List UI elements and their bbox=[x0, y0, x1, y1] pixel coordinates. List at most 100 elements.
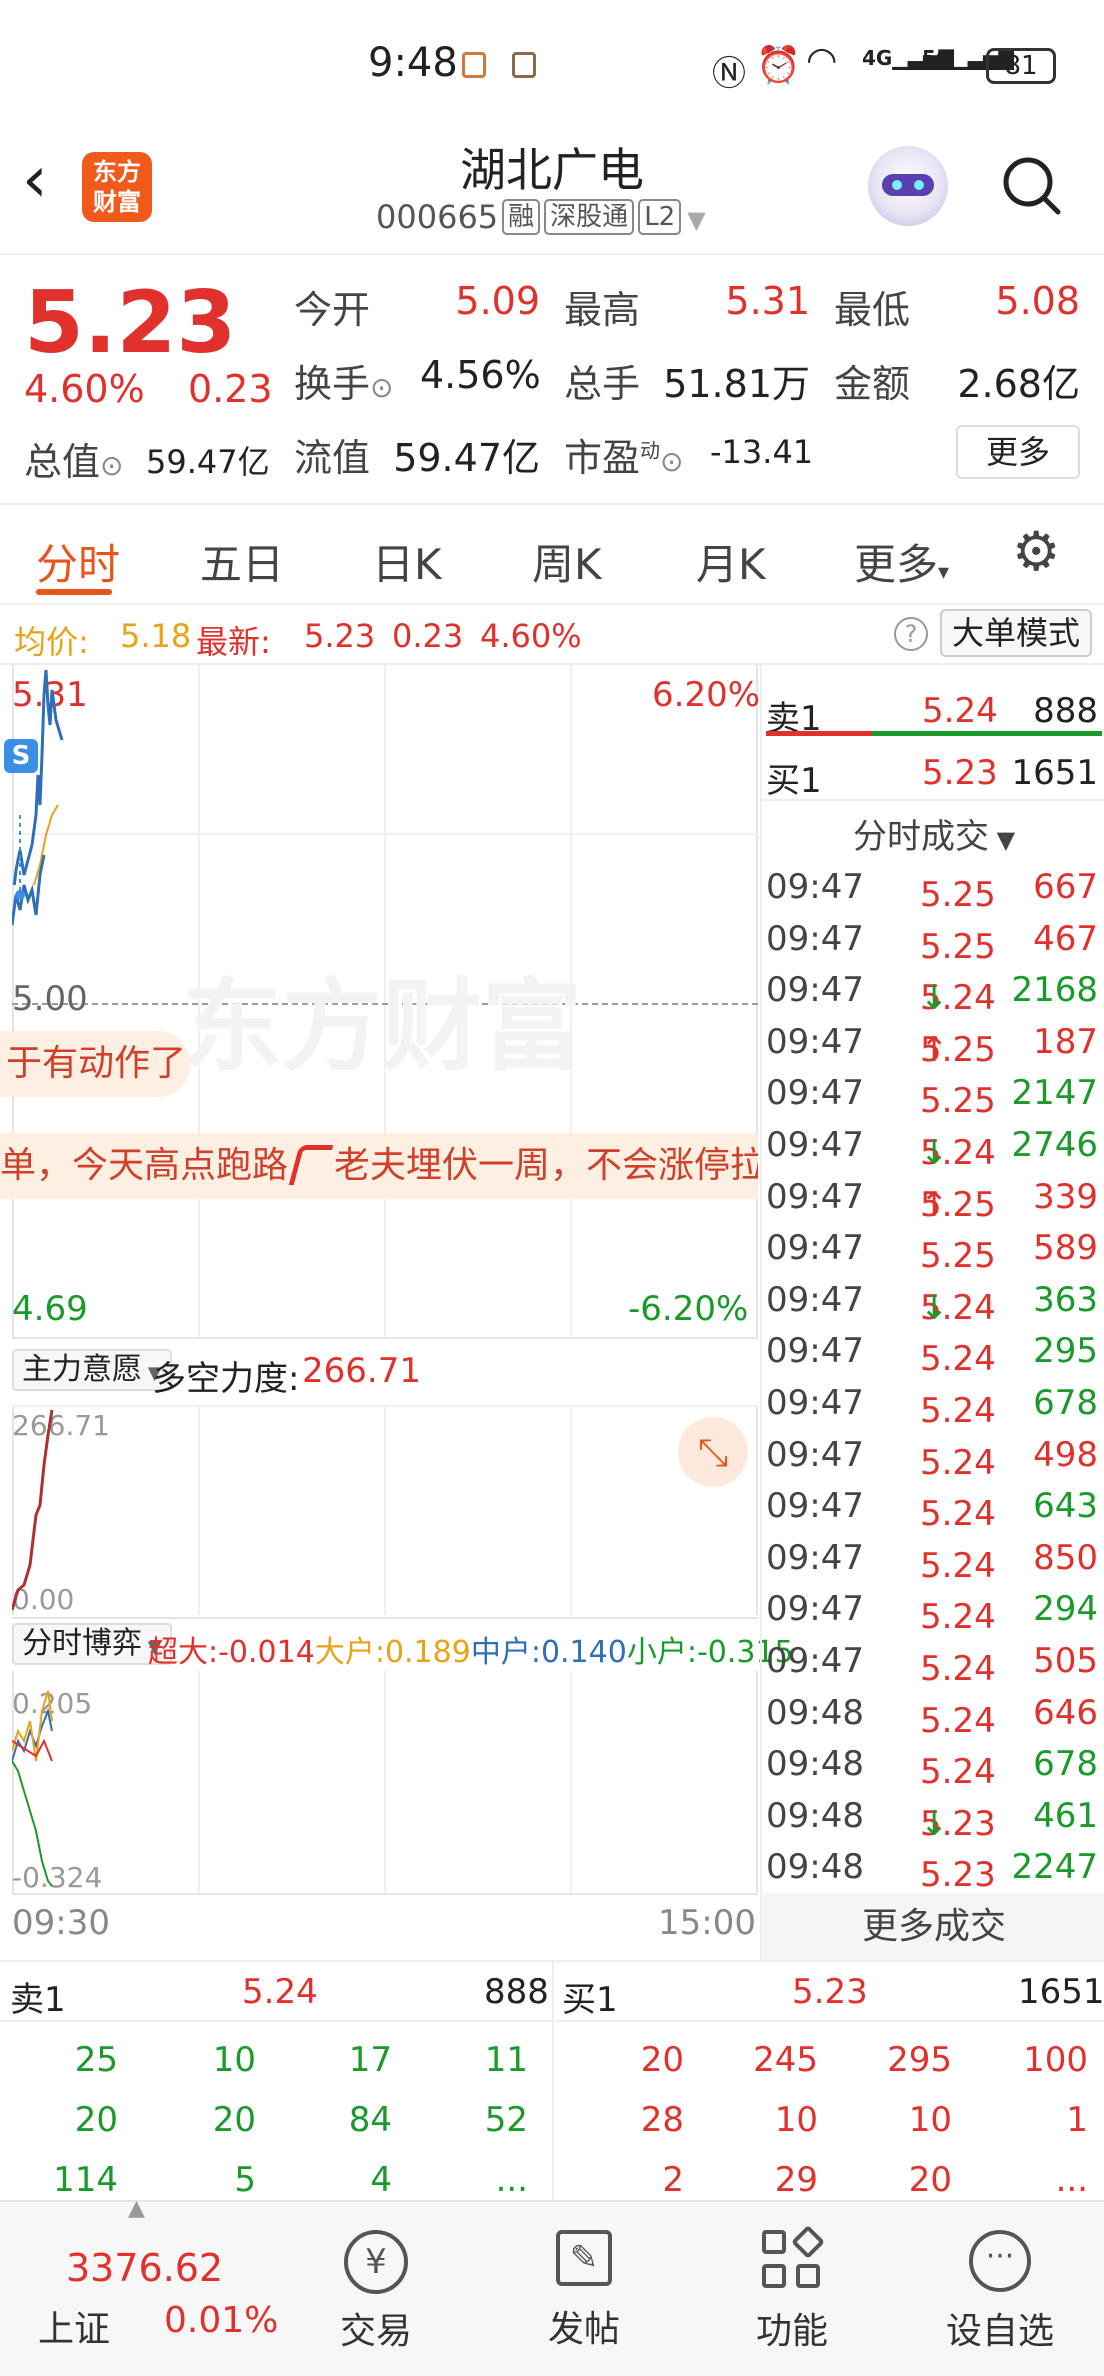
tick-row: 09:47 5.25 2147 bbox=[766, 1073, 1098, 1122]
bottom-pct-label: -6.20% bbox=[628, 1289, 749, 1329]
buy1-row: 买1 5.23 1651 bbox=[762, 745, 1104, 801]
nav-trade[interactable]: ¥ 交易 bbox=[276, 2202, 476, 2354]
index-widget[interactable]: ▲ 3376.62 上证 0.01% bbox=[0, 2196, 300, 2376]
tick-row: 09:47 5.24 498 bbox=[766, 1434, 1098, 1483]
expand-icon[interactable]: ⤡ bbox=[678, 1417, 748, 1487]
queue-sell-cell: 52 bbox=[484, 2100, 528, 2140]
change-pct: 4.60% bbox=[24, 367, 145, 411]
tick-time: 09:47 bbox=[766, 1021, 864, 1062]
queue-header-line bbox=[0, 2020, 1104, 2022]
comment-banner-2[interactable]: 单，今天高点跑路 老夫埋伏一周，不会涨停拉 bbox=[0, 1133, 758, 1199]
buy1-price: 5.23 bbox=[922, 753, 998, 793]
order-queue-panel: 卖1 5.24 888 买1 5.23 1651 25 20 10 245 17 295 1… bbox=[0, 1960, 1104, 2202]
tick-time: 09:47 bbox=[766, 1073, 864, 1114]
mid-price-label: 5.00 bbox=[12, 979, 88, 1019]
tick-row: 09:47 5.24 643 bbox=[766, 1486, 1098, 1535]
chart-sticker-icon bbox=[288, 1145, 334, 1185]
edit-icon: ✎ bbox=[556, 2230, 612, 2286]
queue-buy-cell: 245 bbox=[753, 2040, 818, 2080]
tab-week-k[interactable]: 周K bbox=[532, 531, 602, 592]
index-pct: 0.01% bbox=[164, 2300, 279, 2341]
tick-row: 09:47 5.24 294 bbox=[766, 1589, 1098, 1638]
tick-row: 09:47 5.24 850 bbox=[766, 1537, 1098, 1586]
bottom-nav: ▲ 3376.62 上证 0.01% ¥ 交易 ✎ 发帖 功能 ··· 设自选 bbox=[0, 2196, 1104, 2376]
nav-post[interactable]: ✎ 发帖 bbox=[484, 2202, 684, 2352]
tab-month-k[interactable]: 月K bbox=[696, 531, 766, 592]
tick-row: 09:47 5.25 ↑ 187 bbox=[766, 1021, 1098, 1070]
amount-value: 2.68亿 bbox=[957, 362, 1080, 406]
intraday-chart[interactable]: 东方财富 5.31 6.20% 5.00 4.69 -6.20% S 于有动作了… bbox=[0, 665, 794, 1960]
queue-sell-cell: 25 bbox=[74, 2040, 118, 2080]
turnover-label: 换手⊙ bbox=[294, 362, 394, 406]
low-value: 5.08 bbox=[995, 279, 1080, 323]
indicator1-header: 主力意愿 ▼ 多空力度: 266.71 bbox=[12, 1345, 758, 1399]
tick-time: 09:47 bbox=[766, 1125, 864, 1165]
ticks-title[interactable]: 分时成交 ▼ bbox=[762, 799, 1104, 858]
change-value: 0.23 bbox=[188, 367, 273, 411]
big-order-mode-button[interactable]: 大单模式 bbox=[940, 609, 1092, 657]
queue-buy-price: 5.23 bbox=[792, 1972, 868, 2012]
tick-time: 09:48 bbox=[766, 1692, 864, 1733]
tick-time: 09:47 bbox=[766, 1331, 864, 1372]
tick-time: 09:47 bbox=[766, 1228, 864, 1269]
indicator2-lines bbox=[12, 1690, 53, 1887]
settings-gear-icon[interactable]: ⚙ bbox=[1012, 525, 1060, 579]
amount-label: 金额 bbox=[834, 362, 911, 406]
grid-icon bbox=[762, 2225, 825, 2290]
time-start-label: 09:30 bbox=[12, 1903, 110, 1943]
tab-intraday[interactable]: 分时 bbox=[36, 531, 120, 592]
queue-divider bbox=[552, 1962, 554, 2202]
low-label: 最低 bbox=[834, 288, 911, 332]
nav-functions[interactable]: 功能 bbox=[692, 2202, 892, 2354]
time-end-label: 15:00 bbox=[658, 1903, 756, 1943]
notification-icon bbox=[462, 52, 486, 78]
help-icon[interactable]: ? bbox=[894, 617, 928, 651]
tick-time: 09:48 bbox=[766, 1795, 864, 1836]
indicator2-values: 超大:-0.014大户:0.189中户:0.140小户:-0.315 bbox=[148, 1635, 794, 1670]
robot-avatar-icon[interactable] bbox=[868, 146, 948, 226]
dropdown-icon: ▼ bbox=[687, 206, 706, 234]
tick-volume: 498 bbox=[1033, 1434, 1098, 1475]
tick-volume: 295 bbox=[1033, 1331, 1098, 1372]
nav-watchlist[interactable]: ··· 设自选 bbox=[900, 2202, 1100, 2354]
queue-buy-cell: 100 bbox=[1023, 2040, 1088, 2080]
queue-sell-cell: 17 bbox=[348, 2040, 392, 2080]
tick-volume: 187 bbox=[1033, 1021, 1098, 1062]
buy1-volume: 1651 bbox=[1011, 753, 1098, 793]
comment-banner-1[interactable]: 于有动作了 bbox=[0, 1031, 190, 1097]
queue-sell-cell: 4 bbox=[370, 2160, 392, 2200]
tab-five-day[interactable]: 五日 bbox=[200, 531, 284, 592]
tick-time: 09:47 bbox=[766, 1589, 864, 1630]
indicator1-select[interactable]: 主力意愿 ▼ bbox=[12, 1349, 172, 1391]
tick-volume: 589 bbox=[1033, 1228, 1098, 1269]
tag-connect: 深股通 bbox=[544, 199, 635, 235]
tick-volume: 339 bbox=[1033, 1176, 1098, 1217]
avg-label: 均价: bbox=[14, 623, 89, 661]
queue-sell-cell: 5 bbox=[234, 2160, 256, 2200]
tick-row: 09:47 5.24 ↓ 363 bbox=[766, 1279, 1098, 1328]
more-quote-button[interactable]: 更多 bbox=[956, 425, 1080, 479]
stock-code-row[interactable]: 000665 融深股通 L2 ▼ bbox=[376, 198, 706, 236]
indicator2-header: 分时博弈 ▼ 超大:-0.014大户:0.189中户:0.140小户:-0.31… bbox=[12, 1617, 794, 1670]
tag-l2: L2 bbox=[638, 199, 682, 235]
tick-volume: 2746 bbox=[1011, 1125, 1098, 1165]
tag-margin: 融 bbox=[502, 199, 541, 235]
volume-label: 总手 bbox=[564, 362, 641, 406]
tab-more[interactable]: 更多▾ bbox=[854, 531, 949, 592]
more-trades-button[interactable]: 更多成交 bbox=[762, 1893, 1104, 1960]
tick-row: 09:48 5.24 678 bbox=[766, 1744, 1098, 1793]
search-icon[interactable] bbox=[1000, 154, 1062, 216]
current-price: 5.23 bbox=[24, 273, 237, 373]
queue-sell-cell: 84 bbox=[348, 2100, 392, 2140]
tick-volume: 2147 bbox=[1011, 1073, 1098, 1114]
tab-day-k[interactable]: 日K bbox=[372, 531, 442, 592]
tick-volume: 646 bbox=[1033, 1692, 1098, 1733]
queue-sell-cell: 114 bbox=[53, 2160, 118, 2200]
tick-volume: 678 bbox=[1033, 1383, 1098, 1423]
sell1-row: 卖1 5.24 888 bbox=[762, 683, 1104, 739]
queue-sell-cell: 20 bbox=[212, 2100, 256, 2140]
tick-time: 09:47 bbox=[766, 1434, 864, 1475]
banner-text: 老夫埋伏一周，不会涨停拉 bbox=[334, 1145, 758, 1186]
queue-buy-cell: 295 bbox=[887, 2040, 952, 2080]
notification-icon bbox=[512, 52, 536, 78]
